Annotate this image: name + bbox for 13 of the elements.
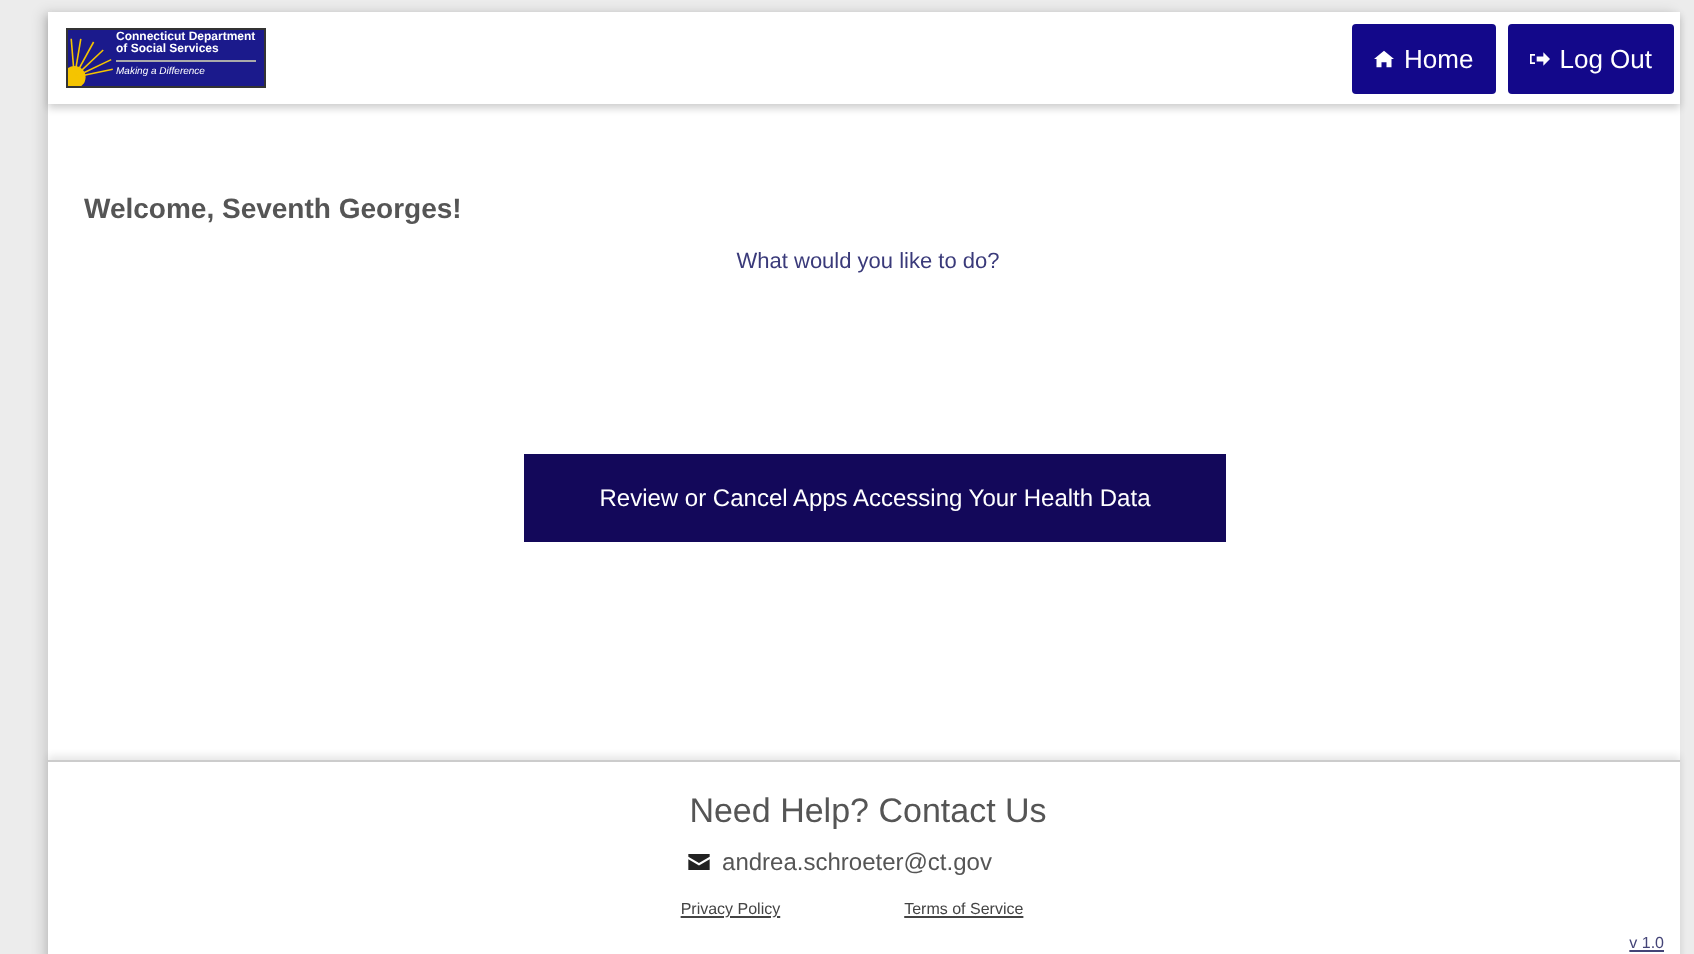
home-button[interactable]: Home [1352,23,1496,93]
logout-button[interactable]: Log Out [1507,23,1674,93]
footer-link[interactable]: Terms of Service [904,900,1024,918]
envelope-icon [688,854,711,870]
prompt-text: What would you like to do? [734,250,1002,274]
footer-heading: Need Help? Contact Us [689,792,1047,832]
email-text: andrea.schroeter@ct.gov [722,848,992,876]
version-link[interactable]: v 1.0 [1629,934,1664,952]
footer-link[interactable]: Privacy Policy [680,900,781,918]
home-icon [1374,49,1395,67]
welcome-heading: Welcome, Seventh Georges! [84,192,464,224]
review-apps-button[interactable]: Review or Cancel Apps Accessing Your Health Data [524,454,1226,542]
logout-icon [1529,49,1550,67]
